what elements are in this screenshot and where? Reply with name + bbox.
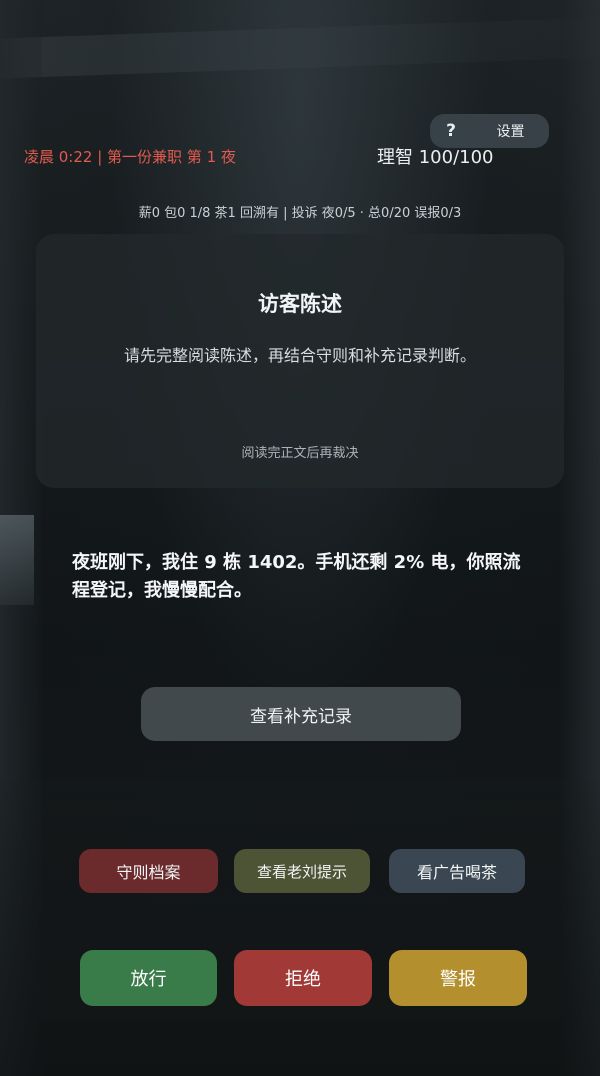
background-window [0, 515, 34, 605]
old-liu-tip-button[interactable]: 查看老刘提示 [234, 849, 370, 893]
visitor-statement-card: 访客陈述 请先完整阅读陈述，再结合守则和补充记录判断。 阅读完正文后再裁决 [36, 234, 564, 488]
visitor-statement-text: 夜班刚下，我住 9 栋 1402。手机还剩 2% 电，你照流程登记，我慢慢配合。 [72, 552, 521, 601]
watch-ad-tea-button[interactable]: 看广告喝茶 [389, 849, 525, 893]
card-title: 访客陈述 [258, 292, 342, 316]
alarm-button[interactable]: 警报 [389, 950, 527, 1006]
reject-button[interactable]: 拒绝 [234, 950, 372, 1006]
card-hint: 阅读完正文后再裁决 [241, 446, 359, 461]
view-supplement-records-button[interactable]: 查看补充记录 [141, 687, 461, 741]
rules-archive-button[interactable]: 守则档案 [79, 849, 218, 893]
game-screen: ? 设置 凌晨 0:22 | 第一份兼职 第 1 夜 理智 100/100 薪0… [0, 0, 600, 1076]
pass-button[interactable]: 放行 [80, 950, 217, 1006]
time-job-night-status: 凌晨 0:22 | 第一份兼职 第 1 夜 [24, 148, 236, 166]
sanity-meter: 理智 100/100 [377, 147, 494, 168]
stats-summary: 薪0 包0 1/8 茶1 回溯有 | 投诉 夜0/5 · 总0/20 误报0/3 [138, 206, 462, 221]
card-description: 请先完整阅读陈述，再结合守则和补充记录判断。 [123, 346, 476, 365]
background-ceiling-beam [0, 17, 600, 79]
